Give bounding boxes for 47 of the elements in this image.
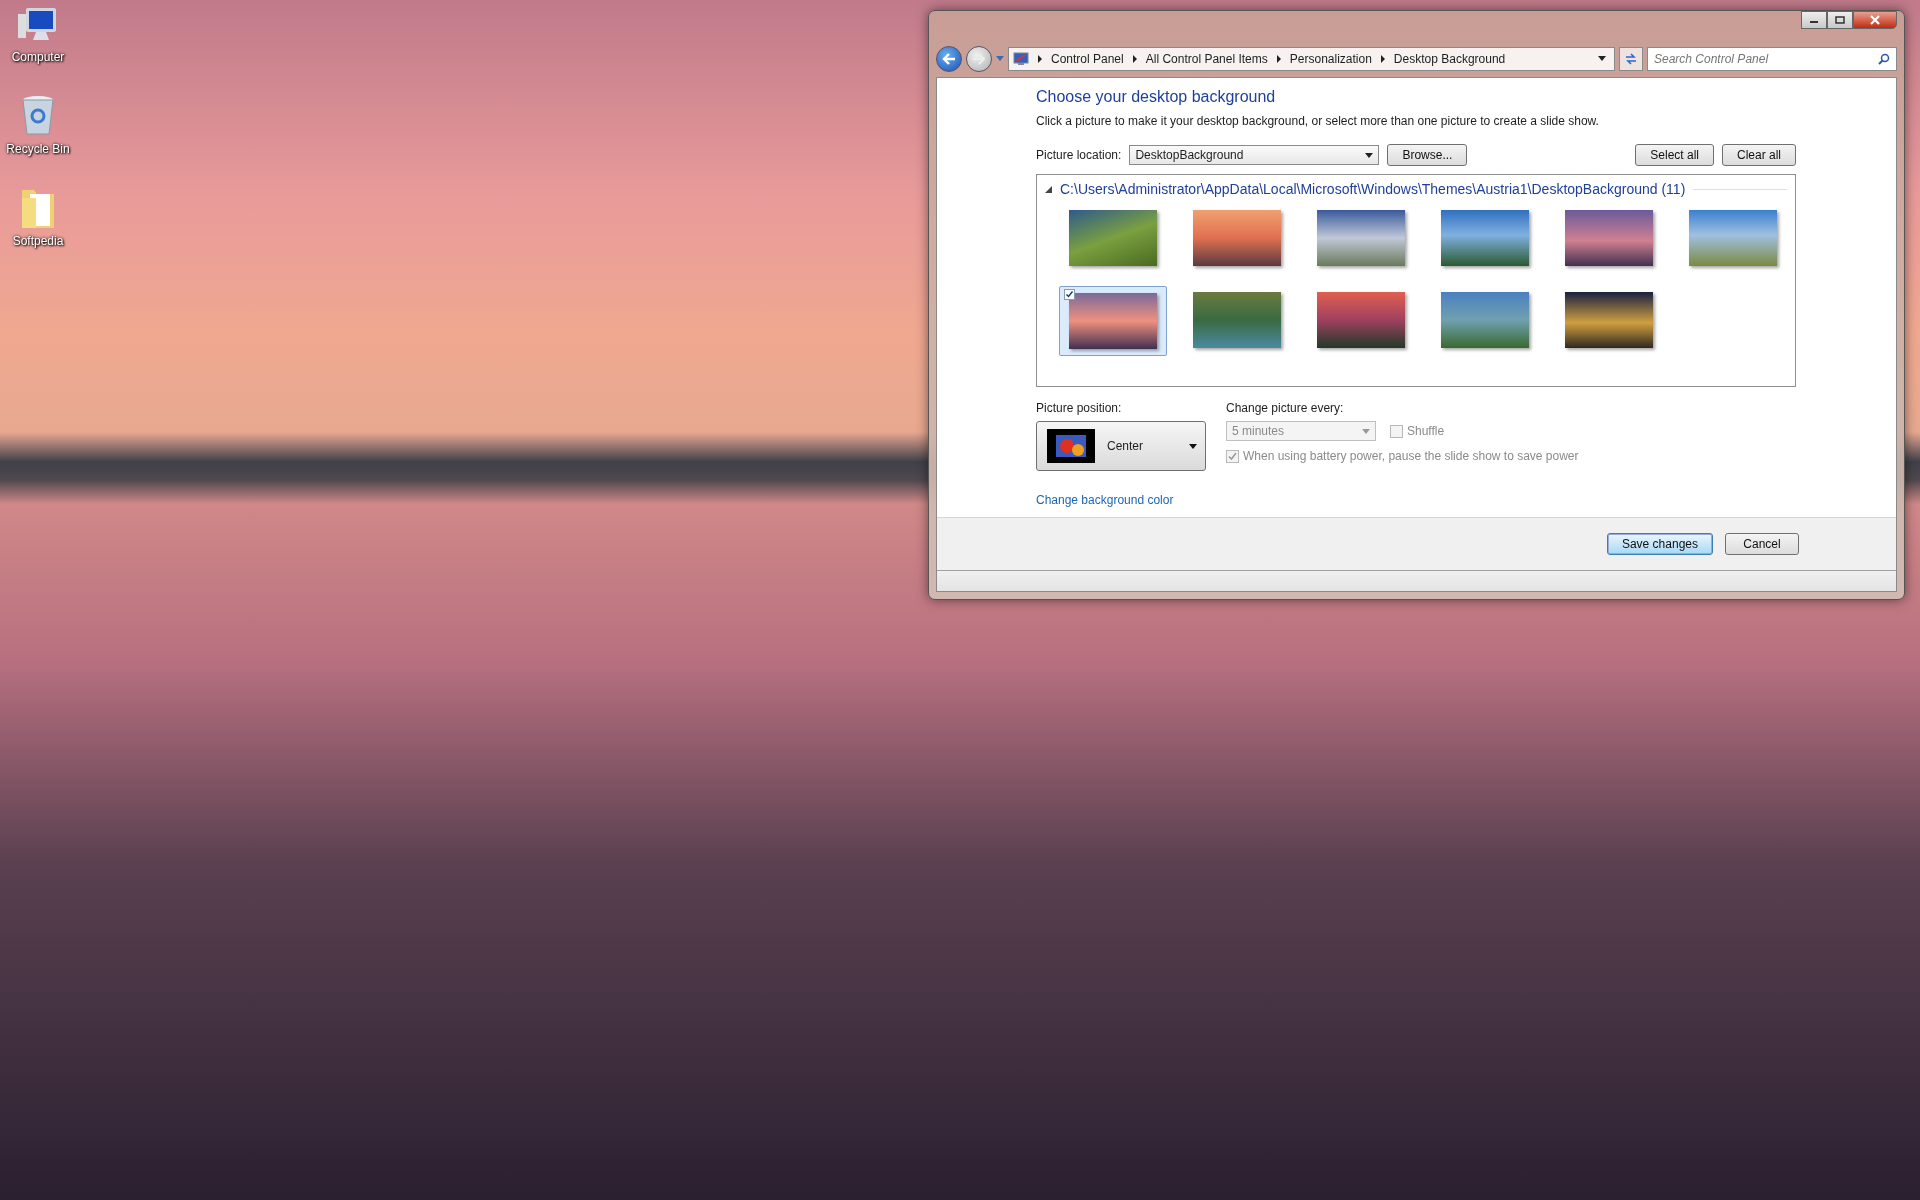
chevron-right-icon bbox=[1275, 55, 1282, 63]
close-button[interactable] bbox=[1853, 11, 1897, 29]
forward-button[interactable] bbox=[966, 46, 992, 72]
dropdown-arrow-icon bbox=[1365, 152, 1374, 158]
select-all-button[interactable]: Select all bbox=[1635, 144, 1714, 166]
left-arrow-icon bbox=[942, 53, 956, 65]
dropdown-arrow-icon bbox=[1189, 443, 1197, 449]
maximize-icon bbox=[1835, 16, 1845, 24]
battery-option-label: When using battery power, pause the slide show to save power bbox=[1243, 449, 1579, 463]
dialog-button[interactable]: Save changes bbox=[1606, 533, 1713, 555]
flower-image-icon bbox=[1047, 429, 1095, 463]
picture-position-dropdown[interactable]: Center bbox=[1036, 421, 1206, 471]
maximize-button[interactable] bbox=[1827, 11, 1853, 29]
dialog-button[interactable]: Cancel bbox=[1725, 533, 1799, 555]
search-field[interactable]: Search Control Panel bbox=[1647, 47, 1897, 71]
refresh-arrows-icon bbox=[1624, 53, 1638, 65]
picture-position-label: Picture position: bbox=[1036, 401, 1123, 415]
checkbox[interactable] bbox=[1064, 289, 1075, 300]
control-panel-icon bbox=[1013, 52, 1029, 66]
change-background-color-link[interactable]: Change background color bbox=[1036, 493, 1206, 507]
shuffle-label: Shuffle bbox=[1407, 424, 1445, 438]
clear-all-button[interactable]: Clear all bbox=[1722, 144, 1796, 166]
page-heading: Choose your desktop background bbox=[1036, 88, 1277, 106]
instruction-text: Click a picture to make it your desktop background, or select more than one picture to create a slide show. bbox=[1036, 114, 1600, 128]
chevron-right-icon bbox=[1379, 55, 1386, 63]
breadcrumb-item[interactable]: All Control Panel Items bbox=[1145, 52, 1268, 66]
picture-location-dropdown[interactable]: DesktopBackground bbox=[1129, 145, 1380, 165]
right-arrow-icon bbox=[972, 53, 986, 65]
search-icon bbox=[1878, 53, 1890, 65]
dropdown-arrow-icon bbox=[1362, 428, 1370, 434]
chevron-right-icon bbox=[1037, 55, 1043, 63]
address-bar[interactable]: Control Panel All Control Panel Items Personalization Desktop Background bbox=[1008, 47, 1615, 71]
collapse-triangle-icon[interactable] bbox=[1045, 185, 1052, 193]
browse-button[interactable]: Browse... bbox=[1387, 144, 1468, 166]
chevron-right-icon bbox=[1131, 55, 1138, 63]
breadcrumb-item[interactable]: Desktop Background bbox=[1393, 52, 1506, 66]
change-picture-label: Change picture every: bbox=[1226, 401, 1345, 415]
minimize-button[interactable] bbox=[1801, 11, 1827, 29]
close-icon bbox=[1869, 15, 1881, 25]
back-button[interactable] bbox=[936, 46, 962, 72]
thumbnail-tile[interactable] bbox=[1059, 286, 1167, 356]
group-header[interactable]: C:\Users\Administrator\AppData\Local\Microsoft\Windows\Themes\Austria1\DesktopBackground (11) bbox=[1060, 181, 1686, 197]
picture-location-label: Picture location: bbox=[1036, 148, 1122, 162]
breadcrumb-item[interactable]: Control Panel bbox=[1051, 52, 1124, 66]
refresh-button[interactable] bbox=[1619, 47, 1643, 71]
dropdown-arrow-icon[interactable] bbox=[1598, 56, 1606, 62]
breadcrumb-item[interactable]: Personalization bbox=[1289, 52, 1372, 66]
